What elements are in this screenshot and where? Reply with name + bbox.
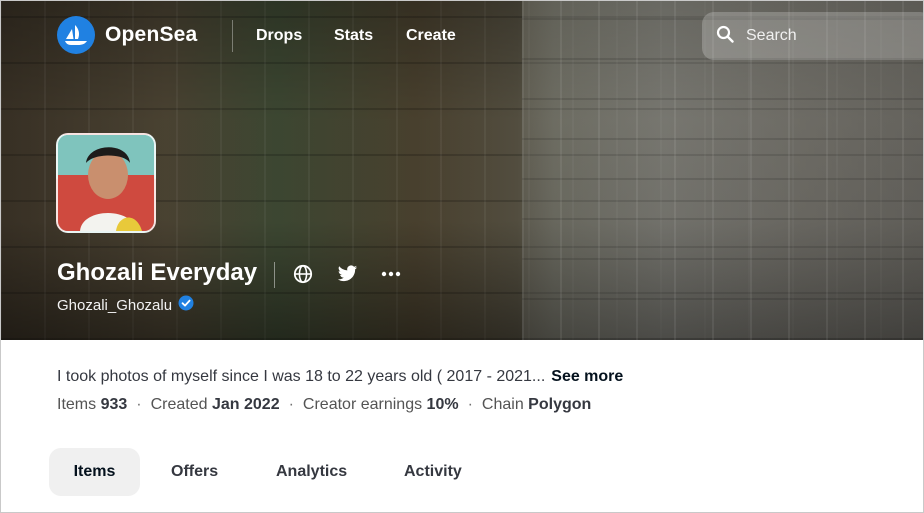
opensea-logo-icon — [57, 16, 95, 54]
description-text: I took photos of myself since I was 18 t… — [57, 368, 546, 385]
search-input[interactable] — [744, 26, 898, 46]
search-icon — [716, 25, 734, 48]
items-label: Items — [57, 396, 97, 413]
search-bar[interactable] — [702, 12, 924, 60]
earnings-label: Creator earnings — [302, 396, 423, 413]
tab-offers[interactable]: Offers — [171, 448, 218, 496]
tab-analytics[interactable]: Analytics — [276, 448, 347, 496]
creator-row[interactable]: Ghozali_Ghozalu — [57, 295, 194, 315]
nav-create[interactable]: Create — [406, 27, 456, 45]
items-value: 933 — [100, 396, 128, 413]
globe-icon[interactable] — [292, 263, 314, 285]
collection-stats: Items 933 · Created Jan 2022 · Creator e… — [57, 396, 591, 414]
stat-separator: · — [136, 396, 142, 413]
chain-value: Polygon — [528, 396, 592, 413]
collection-title: Ghozali Everyday — [57, 259, 258, 286]
nav-divider — [232, 20, 233, 52]
collection-description: I took photos of myself since I was 18 t… — [57, 368, 623, 386]
tab-items[interactable]: Items — [49, 448, 140, 496]
verified-badge-icon — [178, 295, 194, 315]
collection-avatar — [56, 133, 156, 233]
see-more-link[interactable]: See more — [551, 368, 623, 385]
creator-name[interactable]: Ghozali_Ghozalu — [57, 297, 172, 314]
opensea-logo[interactable]: OpenSea — [57, 16, 197, 54]
chain-label: Chain — [481, 396, 524, 413]
nav-stats[interactable]: Stats — [334, 27, 373, 45]
brand-name: OpenSea — [105, 23, 198, 46]
tab-activity[interactable]: Activity — [404, 448, 462, 496]
twitter-icon[interactable] — [336, 263, 358, 285]
stat-separator: · — [467, 396, 473, 413]
nav-drops[interactable]: Drops — [256, 27, 302, 45]
created-value: Jan 2022 — [211, 396, 280, 413]
title-divider — [274, 262, 275, 288]
earnings-value: 10% — [426, 396, 459, 413]
created-label: Created — [150, 396, 208, 413]
collection-tabs: Items Offers Analytics Activity — [49, 448, 462, 496]
stat-separator: · — [288, 396, 294, 413]
more-icon[interactable] — [380, 263, 402, 285]
